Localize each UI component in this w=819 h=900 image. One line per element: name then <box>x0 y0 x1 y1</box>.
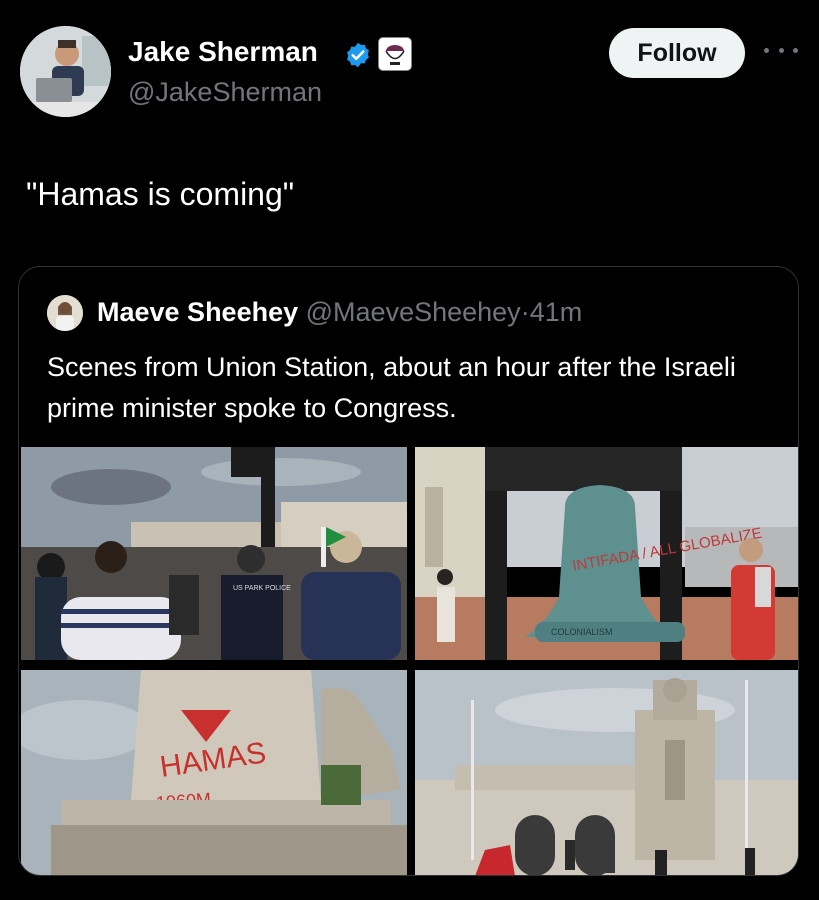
meta-separator: · <box>520 297 530 327</box>
quoted-author-handle[interactable]: @MaeveSheehey <box>306 297 521 327</box>
author-name[interactable]: Jake Sherman <box>128 36 318 68</box>
tweet-text: "Hamas is coming" <box>26 176 295 212</box>
bell-inscription-text: COLONIALISM <box>551 627 613 637</box>
quoted-tweet-time[interactable]: 41m <box>530 297 583 327</box>
quoted-tweet-text: Scenes from Union Station, about an hour… <box>47 352 736 423</box>
affiliation-badge-icon <box>378 37 412 71</box>
quoted-author-avatar[interactable] <box>47 295 83 331</box>
quoted-tweet-card[interactable]: Maeve Sheehey @MaeveSheehey·41m Scenes f… <box>18 266 799 876</box>
liberty-bell-replica-photo[interactable]: INTIFADA / ALL GLOBALIZE COLONIALISM <box>415 447 798 660</box>
verified-badge-icon <box>347 42 369 68</box>
more-options-icon[interactable] <box>764 40 798 60</box>
follow-button[interactable]: Follow <box>609 28 745 78</box>
protest-police-photo[interactable]: US PARK POLICE <box>21 447 407 660</box>
graffiti-monument-photo[interactable]: HAMAS 1960M <box>21 670 407 875</box>
author-handle[interactable]: @JakeSherman <box>128 77 322 108</box>
union-station-fountain-photo[interactable] <box>415 670 798 875</box>
police-vest-text: US PARK POLICE <box>233 585 291 592</box>
quoted-author-name[interactable]: Maeve Sheehey <box>97 297 298 327</box>
author-avatar[interactable] <box>20 26 111 117</box>
quoted-tweet-header: Maeve Sheehey @MaeveSheehey·41m <box>97 297 582 328</box>
